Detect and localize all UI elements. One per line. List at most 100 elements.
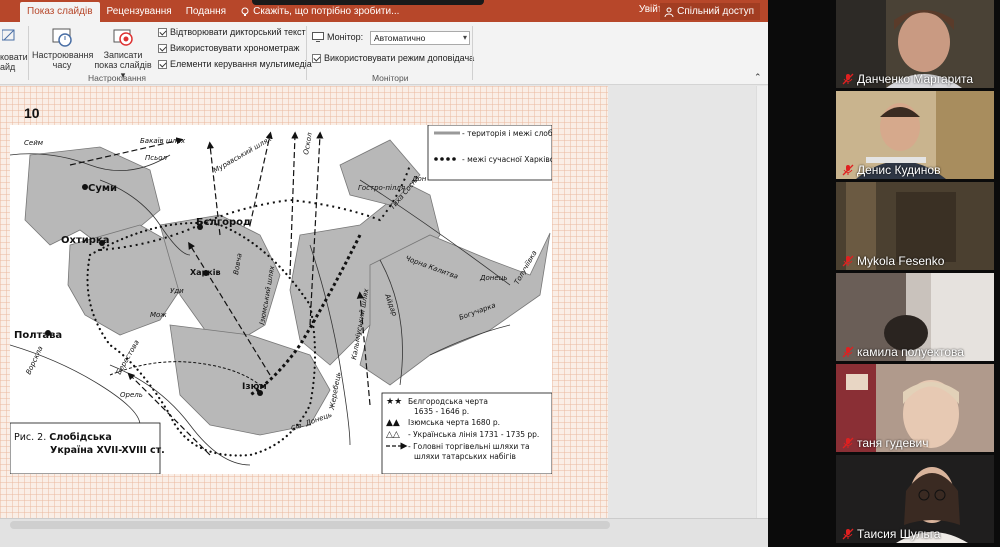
- tab-view[interactable]: Подання: [179, 2, 233, 22]
- svg-text:▲▲: ▲▲: [386, 418, 400, 428]
- participant-tile[interactable]: Денис Кудинов: [836, 91, 994, 179]
- place-label: Орель: [120, 391, 143, 399]
- participant-tile[interactable]: Данченко Маргарита: [836, 0, 994, 88]
- checkbox-label: Використовувати режим доповідача: [324, 53, 475, 63]
- participant-tile[interactable]: камила полуектова: [836, 273, 994, 361]
- vertical-scrollbar[interactable]: [756, 86, 768, 518]
- rehearse-label: Настроювання часу: [32, 50, 94, 70]
- slide-number: 10: [24, 105, 40, 121]
- city-label: Суми: [88, 183, 117, 194]
- video-participants-panel: Данченко Маргарита Денис Кудинов Mykola …: [768, 0, 1000, 547]
- mic-muted-icon: [842, 164, 854, 176]
- presenter-notch: [252, 0, 484, 5]
- checkbox-label: Відтворювати дикторський текст: [170, 27, 306, 37]
- city-label: Полтава: [14, 330, 62, 341]
- checkbox-box[interactable]: [158, 59, 167, 69]
- participant-tile[interactable]: таня гудевич: [836, 364, 994, 452]
- city-label: Охтирка: [61, 235, 109, 246]
- city-label: Ізюм: [242, 382, 267, 392]
- legend-text: Ізюмська черта 1680 р.: [408, 418, 500, 427]
- checkbox-box[interactable]: [312, 53, 321, 63]
- separator: [306, 26, 307, 80]
- media-controls-checkbox[interactable]: Елементи керування мультимедіа: [158, 59, 312, 69]
- checkbox-label: Використовувати хронометраж: [170, 43, 300, 53]
- legend-text: - Головні торгівельні шляхи та: [408, 442, 530, 451]
- mic-muted-icon: [842, 73, 854, 85]
- caption-prefix: Рис. 2.: [14, 432, 46, 443]
- tell-me-box[interactable]: Скажіть, що потрібно зробити...: [233, 2, 406, 22]
- lightbulb-icon: [241, 7, 249, 16]
- status-area: [0, 518, 768, 547]
- separator: [472, 26, 473, 80]
- monitor-select[interactable]: Автоматично: [370, 31, 470, 45]
- mic-muted-icon: [842, 346, 854, 358]
- play-narrations-checkbox[interactable]: Відтворювати дикторський текст: [158, 27, 306, 37]
- record-slideshow-button[interactable]: Записати показ слайдів ▾: [94, 26, 152, 80]
- setup-group-label: Настроювання: [88, 73, 146, 83]
- legend-text: - Українська лінія 1731 - 1735 рр.: [408, 430, 539, 439]
- place-label: Дон: [411, 175, 427, 183]
- participant-name: Данченко Маргарита: [842, 72, 973, 86]
- place-label: Донець: [479, 274, 508, 282]
- svg-text:Рис. 2. Слобідська: Рис. 2. Слобідська: [14, 432, 112, 443]
- city-label: Бєлгород: [196, 217, 251, 228]
- monitor-icon: [312, 32, 324, 42]
- place-label: Мож: [150, 311, 167, 319]
- svg-text:△△: △△: [386, 430, 400, 440]
- checkbox-box[interactable]: [158, 27, 167, 37]
- mic-muted-icon: [842, 255, 854, 267]
- tab-review[interactable]: Рецензування: [100, 2, 179, 22]
- participant-name: Таисия Шульга: [842, 527, 940, 541]
- participant-tile[interactable]: Таисия Шульга: [836, 455, 994, 543]
- use-timings-checkbox[interactable]: Використовувати хронометраж: [158, 43, 299, 53]
- participant-name: Денис Кудинов: [842, 163, 940, 177]
- stopwatch-icon: [52, 28, 72, 47]
- checkbox-box[interactable]: [158, 43, 167, 53]
- historical-map: Суми Охтирка Бєлгород Харків Полтава Ізю…: [10, 125, 552, 474]
- presenter-view-checkbox[interactable]: Використовувати режим доповідача: [312, 53, 474, 63]
- caption-box: Рис. 2. Слобідська Україна XVII-XVIII ст…: [10, 422, 165, 474]
- caption-subtitle: Україна XVII-XVIII ст.: [50, 445, 165, 456]
- legend-top: - територія і межі слобідських полків - …: [427, 125, 552, 181]
- share-button[interactable]: Спільний доступ: [660, 3, 760, 20]
- legend-text: - територія і межі слобідських полків: [462, 129, 552, 138]
- legend-text: 1635 - 1646 р.: [414, 407, 469, 416]
- slide: 10 Суми Охтирка Бєлгород Харків Полтава …: [0, 86, 608, 518]
- legend-text: - межі сучасної Харківської області: [462, 155, 552, 164]
- participant-tile[interactable]: Mykola Fesenko: [836, 182, 994, 270]
- participant-name: камила полуектова: [842, 345, 964, 359]
- mic-muted-icon: [842, 437, 854, 449]
- person-icon: [664, 7, 674, 17]
- place-label: Жеребець: [328, 371, 343, 411]
- city-label: Харків: [190, 267, 221, 277]
- horizontal-scrollbar[interactable]: [10, 521, 610, 529]
- place-label: Муравський шлях: [212, 134, 274, 174]
- checkbox-label: Елементи керування мультимедіа: [170, 59, 312, 69]
- screen: Показ слайдів Рецензування Подання Скажі…: [0, 0, 1000, 547]
- legend-bottom: ★★ Бєлгородська черта 1635 - 1646 р. ▲▲ …: [381, 392, 552, 474]
- tab-slideshow[interactable]: Показ слайдів: [20, 2, 100, 22]
- legend-text: Бєлгородська черта: [408, 397, 488, 406]
- hide-slide-icon[interactable]: [0, 28, 20, 42]
- tab-partial[interactable]: [0, 2, 20, 22]
- collapse-ribbon-icon[interactable]: ⌃: [754, 72, 762, 82]
- caption-title: Слобідська: [49, 432, 112, 443]
- legend-text: шляхи татарських набігів: [414, 452, 516, 461]
- tell-me-text: Скажіть, що потрібно зробити...: [253, 6, 400, 17]
- place-label: Бакаїв шлях: [140, 137, 186, 145]
- place-label: Оскол: [302, 131, 314, 155]
- record-icon: [113, 29, 133, 46]
- place-label: Сейм: [24, 139, 44, 147]
- place-label: Псьол: [145, 154, 168, 162]
- hide-slide-button[interactable]: ковати айд: [0, 52, 28, 72]
- rehearse-timings-button[interactable]: Настроювання часу: [32, 26, 93, 70]
- monitor-label: Монітор:: [312, 32, 363, 42]
- slide-workspace: 10 Суми Охтирка Бєлгород Харків Полтава …: [0, 86, 768, 518]
- ribbon: ковати айд Настроювання часу Записати пок…: [0, 22, 768, 85]
- participant-name: Mykola Fesenko: [842, 254, 944, 268]
- place-label: Ворскла: [25, 345, 45, 376]
- mic-muted-icon: [842, 528, 854, 540]
- separator: [28, 26, 29, 80]
- monitors-group-label: Монітори: [372, 73, 409, 83]
- powerpoint-window: Показ слайдів Рецензування Подання Скажі…: [0, 0, 768, 547]
